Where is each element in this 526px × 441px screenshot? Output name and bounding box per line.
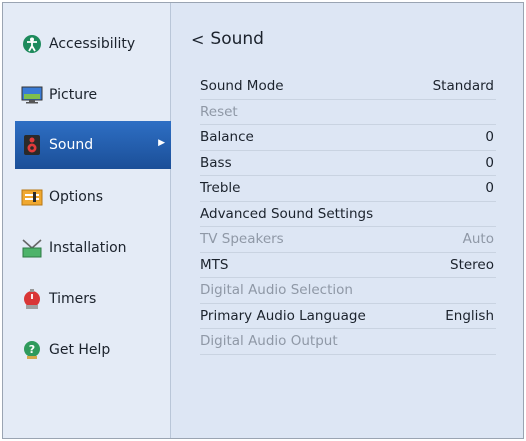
- row-label: Digital Audio Output: [200, 333, 338, 350]
- row-label: MTS: [200, 256, 229, 273]
- sidebar-item-label: Timers: [49, 291, 97, 307]
- speaker-icon: [21, 134, 43, 156]
- menu-row-treble[interactable]: Treble 0: [200, 176, 496, 202]
- picture-icon: [21, 84, 43, 106]
- sidebar-item-label: Get Help: [49, 342, 111, 358]
- row-label: Reset: [200, 103, 238, 120]
- sidebar-item-installation[interactable]: Installation: [3, 224, 171, 272]
- sidebar-item-label: Options: [49, 189, 104, 205]
- row-label: TV Speakers: [200, 231, 284, 248]
- row-value: Stereo: [450, 256, 494, 273]
- timer-icon: [21, 288, 43, 310]
- row-label: Advanced Sound Settings: [200, 205, 374, 222]
- sound-menu: Sound Mode Standard Reset Balance 0 Bass…: [200, 74, 496, 355]
- row-value: English: [445, 307, 494, 324]
- row-value: Auto: [462, 231, 494, 248]
- sidebar-item-accessibility[interactable]: Accessibility: [3, 20, 171, 68]
- row-label: Treble: [200, 180, 241, 197]
- accessibility-icon: [21, 33, 43, 55]
- menu-row-primary-audio-language[interactable]: Primary Audio Language English: [200, 304, 496, 329]
- row-value: Standard: [432, 78, 494, 95]
- options-icon: [21, 186, 43, 208]
- sidebar: Accessibility Picture Sound ▶ Options In…: [3, 3, 171, 438]
- submenu-arrow-icon: ▶: [158, 138, 165, 148]
- sidebar-item-label: Accessibility: [49, 36, 136, 52]
- menu-row-digital-audio-selection: Digital Audio Selection: [200, 278, 496, 304]
- sidebar-item-sound[interactable]: Sound ▶: [15, 121, 171, 169]
- sidebar-item-picture[interactable]: Picture: [3, 71, 171, 119]
- row-label: Bass: [200, 154, 232, 171]
- antenna-icon: [21, 237, 43, 259]
- sidebar-item-label: Sound: [49, 137, 94, 153]
- row-value: 0: [485, 129, 494, 146]
- menu-row-reset: Reset: [200, 100, 496, 125]
- row-value: 0: [485, 154, 494, 171]
- sidebar-item-label: Picture: [49, 87, 98, 103]
- menu-row-sound-mode[interactable]: Sound Mode Standard: [200, 74, 496, 100]
- menu-row-tv-speakers: TV Speakers Auto: [200, 227, 496, 253]
- chevron-left-icon: <: [191, 29, 205, 49]
- menu-row-digital-audio-output: Digital Audio Output: [200, 329, 496, 355]
- menu-row-balance[interactable]: Balance 0: [200, 125, 496, 151]
- sound-panel: < Sound Sound Mode Standard Reset Balanc…: [171, 3, 523, 438]
- back-button[interactable]: < Sound: [191, 29, 264, 49]
- sidebar-item-timers[interactable]: Timers: [3, 275, 171, 323]
- sidebar-item-get-help[interactable]: ? Get Help: [3, 326, 171, 374]
- row-label: Digital Audio Selection: [200, 282, 353, 299]
- menu-row-bass[interactable]: Bass 0: [200, 151, 496, 176]
- row-label: Primary Audio Language: [200, 307, 366, 324]
- svg-text:?: ?: [29, 343, 35, 356]
- menu-row-advanced-sound-settings[interactable]: Advanced Sound Settings: [200, 202, 496, 227]
- menu-row-mts[interactable]: MTS Stereo: [200, 253, 496, 278]
- help-icon: ?: [21, 339, 43, 361]
- sidebar-item-options[interactable]: Options: [3, 173, 171, 221]
- row-label: Sound Mode: [200, 78, 284, 95]
- row-value: 0: [485, 180, 494, 197]
- settings-window: Accessibility Picture Sound ▶ Options In…: [2, 2, 524, 439]
- sidebar-item-label: Installation: [49, 240, 127, 256]
- row-label: Balance: [200, 129, 254, 146]
- page-title: Sound: [210, 29, 264, 49]
